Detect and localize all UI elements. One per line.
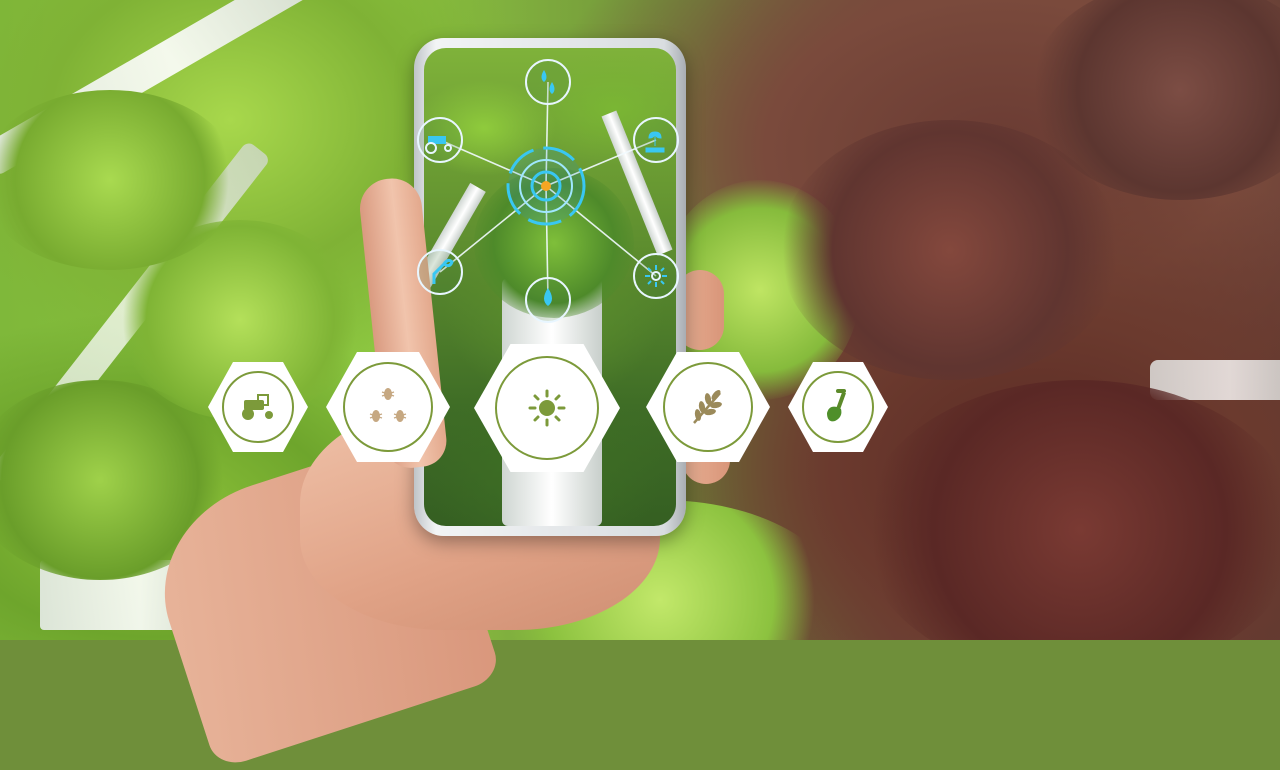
hand-plant-icon[interactable]: [633, 117, 679, 163]
wheat-icon: [693, 390, 722, 424]
sun-icon: [528, 389, 566, 427]
tractor-icon: [242, 394, 273, 420]
water-drop-icon[interactable]: [525, 277, 571, 323]
water-drops-icon[interactable]: [525, 59, 571, 105]
target-reticle-icon: [506, 146, 586, 226]
ar-overlay: [417, 59, 679, 323]
tractor-icon[interactable]: [417, 117, 463, 163]
shovel-icon: [827, 389, 846, 422]
bugs-icon: [369, 388, 407, 422]
sun-icon[interactable]: [633, 253, 679, 299]
sprout-icon[interactable]: [417, 249, 463, 295]
